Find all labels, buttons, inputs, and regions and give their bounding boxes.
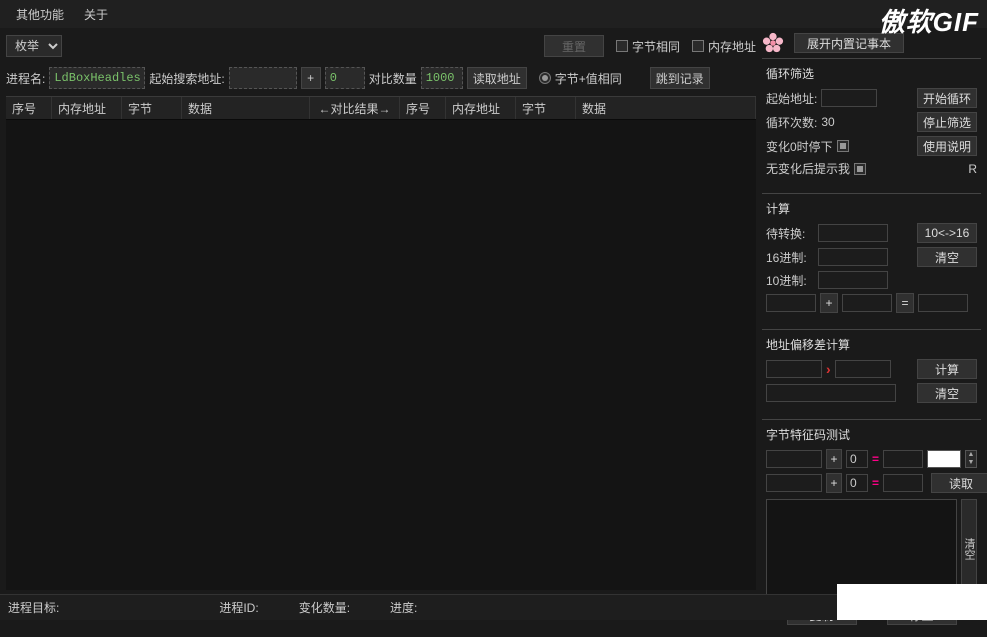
flower-icon bbox=[762, 32, 784, 54]
byte-val-same-label: 字节+值相同 bbox=[555, 70, 622, 87]
r-label: R bbox=[968, 162, 977, 176]
notify-checkbox[interactable] bbox=[854, 163, 866, 175]
arrow-icon: › bbox=[826, 361, 831, 377]
col-byte-l: 字节 bbox=[122, 97, 182, 119]
menu-about[interactable]: 关于 bbox=[74, 2, 118, 27]
start-search-input[interactable] bbox=[229, 67, 297, 89]
calc-plus-button[interactable]: + bbox=[820, 293, 838, 313]
bs-eq1: = bbox=[872, 452, 879, 466]
calc-b-input[interactable] bbox=[842, 294, 892, 312]
to-convert-label: 待转换: bbox=[766, 225, 814, 242]
color-swatch[interactable] bbox=[927, 450, 961, 468]
bs-read-button[interactable]: 读取 bbox=[931, 473, 987, 493]
bs-zero2-input[interactable] bbox=[846, 474, 868, 492]
calc-result-input[interactable] bbox=[918, 294, 968, 312]
offset-calc-button[interactable]: 计算 bbox=[917, 359, 977, 379]
bs-r1-input[interactable] bbox=[883, 450, 923, 468]
jump-record-button[interactable]: 跳到记录 bbox=[650, 67, 710, 89]
start-loop-button[interactable]: 开始循环 bbox=[917, 88, 977, 108]
bs-zero1-input[interactable] bbox=[846, 450, 868, 468]
read-addr-button[interactable]: 读取地址 bbox=[467, 67, 527, 89]
start-search-label: 起始搜索地址: bbox=[149, 70, 224, 87]
dec-input[interactable] bbox=[818, 271, 888, 289]
col-data-l: 数据 bbox=[182, 97, 310, 119]
status-target: 进程目标: bbox=[8, 599, 59, 616]
mem-addr-checkbox[interactable] bbox=[692, 40, 704, 52]
offset-result-input[interactable] bbox=[766, 384, 896, 402]
col-data-r: 数据 bbox=[576, 97, 756, 119]
hex-input[interactable] bbox=[818, 248, 888, 266]
stop-on-zero-label: 变化0时停下 bbox=[766, 138, 833, 155]
usage-button[interactable]: 使用说明 bbox=[917, 136, 977, 156]
plus-button[interactable]: + bbox=[301, 67, 321, 89]
hex-label: 16进制: bbox=[766, 249, 814, 266]
start-addr-label: 起始地址: bbox=[766, 90, 817, 107]
calc-clear-button[interactable]: 清空 bbox=[917, 247, 977, 267]
table-header: 序号 内存地址 字节 数据 ←对比结果→ 序号 内存地址 字节 数据 bbox=[6, 96, 756, 120]
proc-input[interactable] bbox=[49, 67, 145, 89]
stop-on-zero-checkbox[interactable] bbox=[837, 140, 849, 152]
col-byte-r: 字节 bbox=[516, 97, 576, 119]
col-idx-l: 序号 bbox=[6, 97, 52, 119]
col-idx-r: 序号 bbox=[400, 97, 446, 119]
status-change-count: 变化数量: bbox=[299, 599, 350, 616]
status-pid: 进程ID: bbox=[219, 599, 258, 616]
byte-val-same-radio[interactable] bbox=[539, 72, 551, 84]
loop-count-label: 循环次数: bbox=[766, 114, 817, 131]
col-memaddr-r: 内存地址 bbox=[446, 97, 516, 119]
offset-title: 地址偏移差计算 bbox=[766, 336, 977, 353]
byte-same-checkbox[interactable] bbox=[616, 40, 628, 52]
loop-count-value: 30 bbox=[821, 115, 834, 129]
table-body bbox=[6, 120, 756, 590]
status-progress: 进度: bbox=[390, 599, 417, 616]
mem-addr-label: 内存地址 bbox=[708, 38, 756, 55]
bs-clear-vertical[interactable]: 清空 bbox=[961, 538, 977, 560]
updown[interactable]: ▲▼ bbox=[965, 450, 977, 468]
bs-r2-input[interactable] bbox=[883, 474, 923, 492]
bs-a2-input[interactable] bbox=[766, 474, 822, 492]
offset-a-input[interactable] bbox=[766, 360, 822, 378]
offset-input[interactable] bbox=[325, 67, 365, 89]
stop-filter-button[interactable]: 停止筛选 bbox=[917, 112, 977, 132]
start-addr-input[interactable] bbox=[821, 89, 877, 107]
offset-b-input[interactable] bbox=[835, 360, 891, 378]
bs-plus1-button[interactable]: + bbox=[826, 449, 842, 469]
proc-label: 进程名: bbox=[6, 70, 45, 87]
byte-same-label: 字节相同 bbox=[632, 38, 680, 55]
reset-button[interactable]: 重置 bbox=[544, 35, 604, 57]
bs-eq2: = bbox=[872, 476, 879, 490]
overlay-block bbox=[837, 584, 987, 620]
loop-title: 循环筛选 bbox=[766, 65, 977, 82]
enum-select[interactable]: 枚举 bbox=[6, 35, 62, 57]
calc-title: 计算 bbox=[766, 200, 977, 217]
offset-clear-button[interactable]: 清空 bbox=[917, 383, 977, 403]
bs-plus2-button[interactable]: + bbox=[826, 473, 842, 493]
col-compare: ←对比结果→ bbox=[310, 97, 400, 119]
bs-a1-input[interactable] bbox=[766, 450, 822, 468]
compare-count-label: 对比数量 bbox=[369, 70, 417, 87]
compare-count-input[interactable] bbox=[421, 67, 463, 89]
to-convert-input[interactable] bbox=[818, 224, 888, 242]
dec-label: 10进制: bbox=[766, 272, 814, 289]
calc-a-input[interactable] bbox=[766, 294, 816, 312]
menu-other[interactable]: 其他功能 bbox=[6, 2, 74, 27]
col-memaddr-l: 内存地址 bbox=[52, 97, 122, 119]
bytesig-title: 字节特征码测试 bbox=[766, 426, 977, 443]
calc-eq-button[interactable]: = bbox=[896, 293, 914, 313]
ten-sixteen-button[interactable]: 10<->16 bbox=[917, 223, 977, 243]
notify-label: 无变化后提示我 bbox=[766, 160, 850, 177]
watermark: 傲软GIF bbox=[879, 2, 979, 39]
